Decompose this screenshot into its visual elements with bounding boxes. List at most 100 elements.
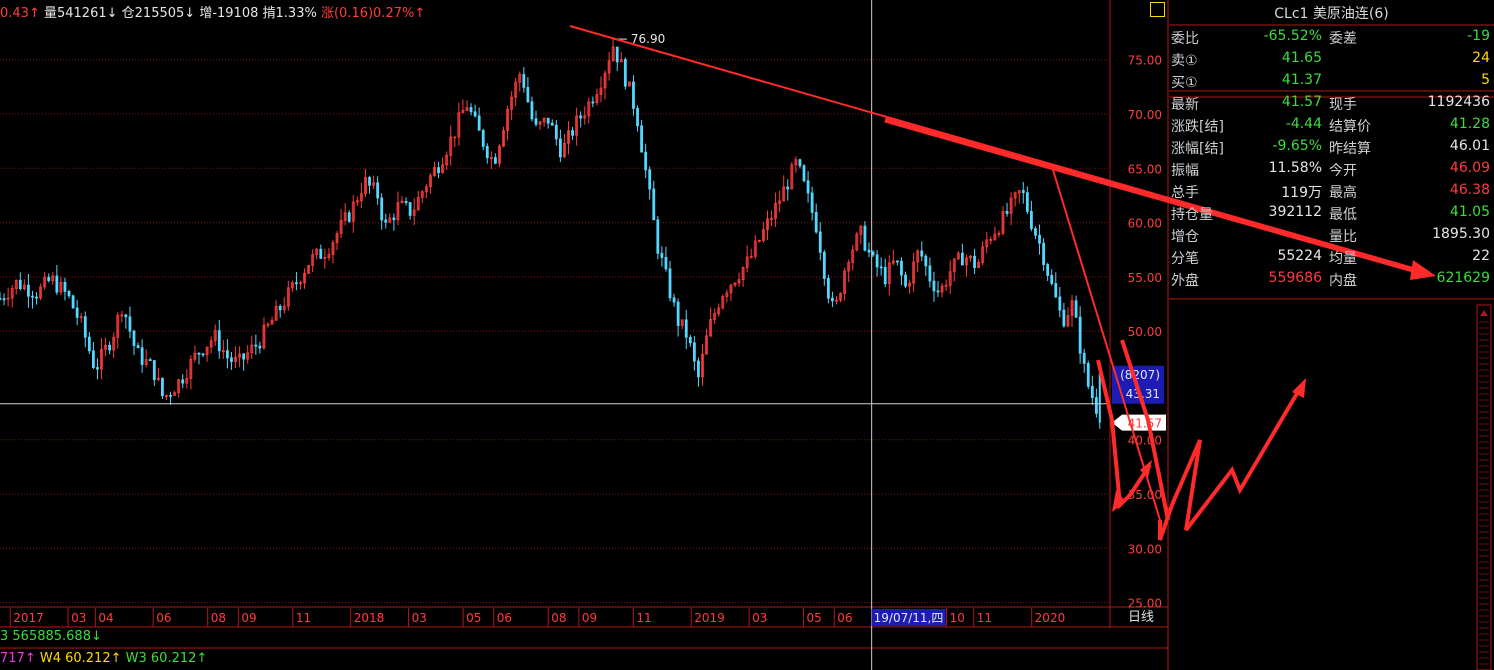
quote-value: 46.09 bbox=[1449, 160, 1490, 176]
candle-body bbox=[35, 296, 38, 299]
candle-body bbox=[132, 330, 136, 346]
candle-body bbox=[668, 268, 672, 299]
quote-value: 621629 bbox=[1436, 270, 1490, 286]
x-tick-label: 08 bbox=[211, 611, 226, 625]
x-tick-label: 06 bbox=[497, 611, 512, 625]
quote-label: 最新 bbox=[1171, 97, 1199, 113]
quote-row: 总手 119万 最高 46.38 bbox=[1169, 179, 1494, 201]
candle-body bbox=[1034, 228, 1037, 236]
quote-row: 买① 41.37 5 bbox=[1169, 69, 1494, 91]
candle-body bbox=[684, 319, 688, 338]
candle-body bbox=[672, 297, 676, 303]
candle-body bbox=[867, 249, 871, 253]
x-tick-label: 05 bbox=[807, 611, 822, 625]
candle-body bbox=[140, 347, 144, 365]
candle-body bbox=[1050, 275, 1054, 284]
candle-body bbox=[169, 394, 172, 397]
x-tick-label: 03 bbox=[752, 611, 767, 625]
candle-body bbox=[0, 298, 2, 300]
candle-body bbox=[697, 360, 700, 378]
candle-body bbox=[571, 130, 574, 136]
x-tick-label: 05 bbox=[466, 611, 481, 625]
quote-row: 最新 41.57 现手 1192436 bbox=[1169, 91, 1494, 113]
indicator-value-2a: 717↑ bbox=[0, 651, 36, 666]
candle-body bbox=[960, 252, 964, 266]
candle-body bbox=[802, 165, 806, 182]
expand-toggle-icon[interactable] bbox=[1150, 2, 1165, 17]
forecast-wave-2 bbox=[1158, 383, 1304, 541]
candle-body bbox=[1062, 309, 1066, 327]
candle-body bbox=[1098, 373, 1101, 423]
candle-body bbox=[1058, 296, 1062, 311]
candle-body bbox=[254, 344, 258, 347]
candle-body bbox=[615, 46, 619, 63]
x-tick-label: 06 bbox=[156, 611, 171, 625]
candle-body bbox=[1082, 352, 1086, 364]
quote-label: 均量 bbox=[1329, 251, 1357, 267]
candle-body bbox=[1078, 316, 1082, 354]
candle-body bbox=[91, 350, 95, 368]
candle-body bbox=[676, 301, 680, 326]
candle-body bbox=[181, 379, 185, 384]
x-tick-label: 2020 bbox=[1035, 611, 1066, 625]
x-tick-label: 2019 bbox=[694, 611, 725, 625]
indicator-value-1: 3 565885.688↓ bbox=[0, 629, 102, 644]
quote-label: 卖① bbox=[1171, 53, 1198, 69]
quote-value: 1895.30 bbox=[1432, 226, 1490, 242]
candle-body bbox=[644, 151, 648, 171]
candle-body bbox=[546, 117, 550, 124]
quote-value: 392112 bbox=[1268, 204, 1322, 220]
candle-body bbox=[530, 101, 534, 120]
candle-body bbox=[932, 280, 936, 292]
candle-body bbox=[936, 290, 940, 293]
candle-body bbox=[71, 295, 75, 309]
candle-body bbox=[47, 276, 51, 282]
quote-value: 5 bbox=[1481, 72, 1490, 88]
candle-body bbox=[1046, 264, 1050, 276]
candle-body bbox=[376, 182, 380, 199]
indicator-line-1: 3 565885.688↓ bbox=[0, 629, 102, 644]
candle-body bbox=[640, 125, 643, 153]
candle-body bbox=[1005, 211, 1009, 214]
quote-label: 委差 bbox=[1329, 31, 1357, 47]
candle-body bbox=[473, 111, 477, 117]
oi-change-value: 增-19108 bbox=[199, 6, 259, 21]
candle-body bbox=[688, 336, 692, 344]
candle-body bbox=[1021, 190, 1025, 194]
x-tick-label: 04 bbox=[98, 611, 113, 625]
candle-body bbox=[822, 251, 826, 279]
candle-body bbox=[437, 167, 440, 174]
quote-value: 41.65 bbox=[1281, 50, 1322, 66]
y-tick-label: 75.00 bbox=[1128, 54, 1162, 68]
candle-body bbox=[818, 231, 822, 253]
candle-body bbox=[826, 277, 830, 299]
y-tick-label: 40.00 bbox=[1128, 434, 1162, 448]
candle-body bbox=[225, 350, 229, 359]
candle-body bbox=[477, 115, 481, 131]
candle-body bbox=[883, 266, 887, 285]
candle-body bbox=[550, 122, 554, 126]
candle-body bbox=[522, 74, 526, 88]
candle-body bbox=[896, 260, 899, 263]
quote-row: 分笔 55224 均量 22 bbox=[1169, 245, 1494, 267]
open-interest-value: 仓215505↓ bbox=[121, 6, 196, 21]
candle-body bbox=[806, 180, 810, 194]
quote-row: 外盘 559686 内盘 621629 bbox=[1169, 267, 1494, 289]
candle-body bbox=[534, 118, 538, 125]
period-daily-button[interactable]: 日线 bbox=[1114, 608, 1168, 628]
candle-body bbox=[83, 316, 87, 338]
quote-label: 分笔 bbox=[1171, 251, 1199, 267]
indicator-line-2: 717↑ W4 60.212↑ W3 60.212↑ bbox=[0, 651, 207, 666]
volume-value: 量541261↓ bbox=[43, 6, 118, 21]
candle-body bbox=[347, 212, 351, 222]
candle-body bbox=[27, 284, 30, 297]
quote-value: 41.28 bbox=[1449, 116, 1490, 132]
candle-body bbox=[278, 305, 282, 311]
candle-body bbox=[96, 367, 99, 370]
candle-body bbox=[904, 274, 907, 287]
candle-body bbox=[295, 282, 298, 285]
candle-body bbox=[1054, 283, 1058, 298]
quote-panel-title: CLc1 美原油连(6) bbox=[1274, 6, 1389, 22]
candle-body bbox=[920, 250, 924, 257]
vertical-scrollbar[interactable] bbox=[1477, 300, 1492, 670]
